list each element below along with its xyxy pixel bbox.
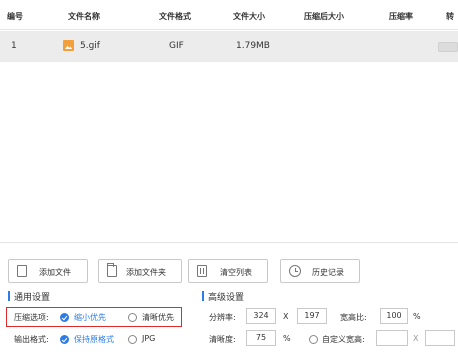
row-progress-bar xyxy=(438,42,458,52)
compressor-app: 编号 文件名称 文件格式 文件大小 压缩后大小 压缩率 转 1 5.gif GI… xyxy=(0,0,458,352)
resolution-width-input[interactable]: 324 xyxy=(246,308,276,324)
trash-icon xyxy=(197,265,207,277)
custom-height-input[interactable] xyxy=(425,330,455,346)
add-folder-button[interactable]: 添加文件夹 xyxy=(98,259,182,283)
history-label: 历史记录 xyxy=(312,268,344,277)
radio-keep-format[interactable] xyxy=(60,335,69,344)
radio-jpg[interactable] xyxy=(128,335,137,344)
table-row[interactable]: 1 5.gif GIF 1.79MB xyxy=(0,31,458,62)
file-table-header: 编号 文件名称 文件格式 文件大小 压缩后大小 压缩率 转 xyxy=(0,0,458,30)
image-icon xyxy=(63,40,74,51)
settings-panel: 添加文件 添加文件夹 清空列表 历史记录 通用设置 高级设置 压缩选项: 缩小优… xyxy=(0,242,458,352)
clarity-input[interactable]: 75 xyxy=(246,330,276,346)
custom-size-label[interactable]: 自定义宽高: xyxy=(322,334,365,345)
col-compressed-size[interactable]: 压缩后大小 xyxy=(304,11,344,22)
clear-list-label: 清空列表 xyxy=(220,268,252,277)
clock-icon xyxy=(289,265,301,277)
resolution-height-input[interactable]: 197 xyxy=(297,308,327,324)
advanced-settings-title: 高级设置 xyxy=(202,290,244,303)
custom-size-x: X xyxy=(413,334,419,343)
row-index: 1 xyxy=(11,41,17,51)
col-convert[interactable]: 转 xyxy=(446,11,454,22)
col-name[interactable]: 文件名称 xyxy=(68,11,100,22)
radio-shrink-first-label[interactable]: 缩小优先 xyxy=(74,312,106,323)
col-ratio[interactable]: 压缩率 xyxy=(389,11,413,22)
radio-clarity-first[interactable] xyxy=(128,313,137,322)
resolution-label: 分辨率: xyxy=(209,313,236,322)
radio-shrink-first[interactable] xyxy=(60,313,69,322)
custom-width-input[interactable] xyxy=(376,330,408,346)
row-file-name: 5.gif xyxy=(80,41,100,51)
compress-options-label: 压缩选项: xyxy=(14,313,49,322)
clarity-label: 清晰度: xyxy=(209,335,236,344)
file-icon xyxy=(17,265,27,277)
aspect-ratio-input[interactable]: 100 xyxy=(380,308,408,324)
folder-icon xyxy=(107,263,117,277)
row-format: GIF xyxy=(169,41,184,51)
clear-list-button[interactable]: 清空列表 xyxy=(188,259,268,283)
add-file-button[interactable]: 添加文件 xyxy=(8,259,88,283)
general-settings-title: 通用设置 xyxy=(8,290,50,303)
radio-keep-format-label[interactable]: 保持原格式 xyxy=(74,334,114,345)
add-file-label: 添加文件 xyxy=(39,268,71,277)
radio-custom-size[interactable] xyxy=(309,335,318,344)
clarity-percent: % xyxy=(283,334,291,343)
col-size[interactable]: 文件大小 xyxy=(233,11,265,22)
col-format[interactable]: 文件格式 xyxy=(159,11,191,22)
col-index[interactable]: 编号 xyxy=(7,11,23,22)
output-format-label: 输出格式: xyxy=(14,335,49,344)
history-button[interactable]: 历史记录 xyxy=(280,259,360,283)
row-size: 1.79MB xyxy=(236,41,270,51)
add-folder-label: 添加文件夹 xyxy=(126,268,166,277)
aspect-ratio-label: 宽高比: xyxy=(340,313,367,322)
radio-jpg-label[interactable]: JPG xyxy=(142,334,155,343)
aspect-percent: % xyxy=(413,312,421,321)
resolution-x: X xyxy=(283,312,289,321)
radio-clarity-first-label[interactable]: 清晰优先 xyxy=(142,312,174,323)
